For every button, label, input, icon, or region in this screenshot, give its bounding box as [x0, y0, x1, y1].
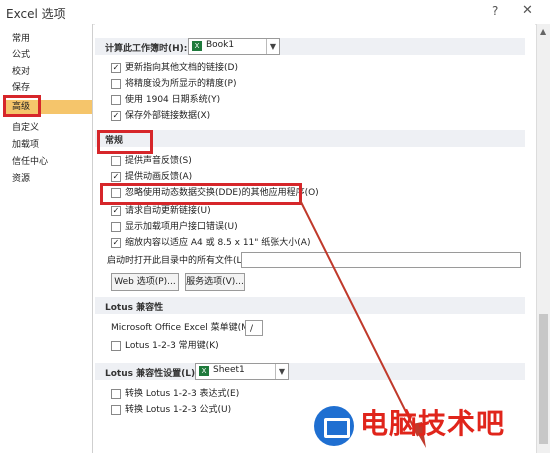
annotation-arrow: [299, 199, 426, 448]
watermark-text: 电脑技术吧: [360, 407, 506, 440]
watermark: 电脑技术吧: [310, 400, 550, 453]
monitor-logo-icon: [314, 406, 354, 446]
